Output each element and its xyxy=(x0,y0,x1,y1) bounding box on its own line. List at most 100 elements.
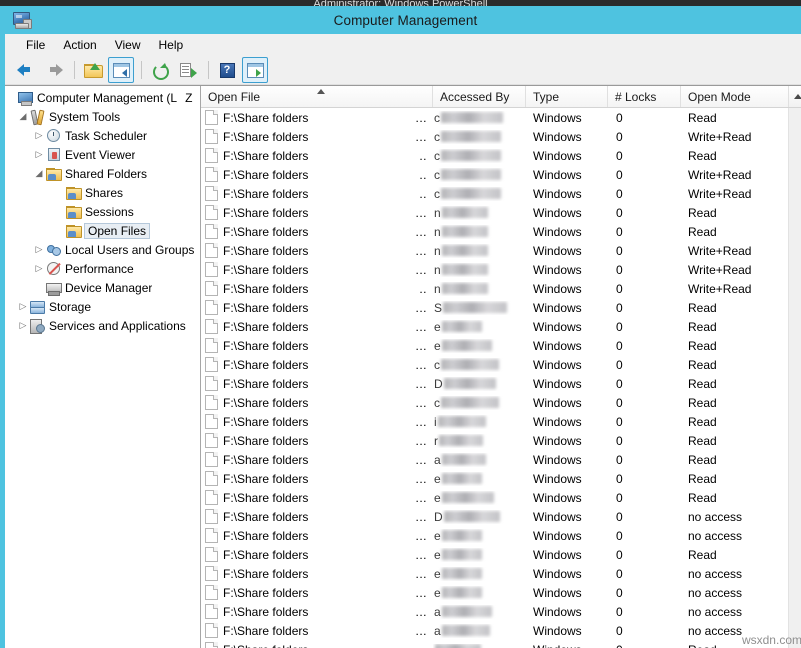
table-row[interactable]: F:\Share folders...nWindows0Read xyxy=(201,222,788,241)
table-row[interactable]: F:\Share folders...nWindows0Write+Read xyxy=(201,241,788,260)
console-tree[interactable]: Computer Management (L Z ◢ System Tools … xyxy=(5,86,201,648)
cell-accessed-by: e xyxy=(433,472,526,486)
table-row[interactable]: F:\Share folders...cWindows0Read xyxy=(201,393,788,412)
cell-open-file: F:\Share folders... xyxy=(201,110,433,125)
up-one-level-button[interactable] xyxy=(80,57,106,83)
table-row[interactable]: F:\Share folders...nWindows0Read xyxy=(201,203,788,222)
table-row[interactable]: F:\Share folders...aWindows0Read xyxy=(201,450,788,469)
cell-open-mode: no access xyxy=(681,529,788,543)
table-row[interactable]: F:\Share folders...Windows0Read xyxy=(201,640,788,648)
tree-expander-collapsed[interactable]: ▷ xyxy=(17,301,29,312)
forward-button[interactable] xyxy=(41,57,67,83)
tree-item-computer-management[interactable]: Computer Management (L Z xyxy=(5,88,200,107)
list-rows[interactable]: F:\Share folders...cWindows0ReadF:\Share… xyxy=(201,108,788,648)
table-row[interactable]: F:\Share folders...SWindows0Read xyxy=(201,298,788,317)
tree-expander-expanded[interactable]: ◢ xyxy=(33,168,45,179)
tree-item-task-scheduler[interactable]: ▷ Task Scheduler xyxy=(5,126,200,145)
truncation-ellipsis: ... xyxy=(308,263,433,277)
tree-item-shares[interactable]: Shares xyxy=(5,183,200,202)
truncation-ellipsis: ... xyxy=(308,206,433,220)
column-header-locks[interactable]: # Locks xyxy=(608,86,681,107)
table-row[interactable]: F:\Share folders...cWindows0Read xyxy=(201,355,788,374)
tree-item-storage[interactable]: ▷ Storage xyxy=(5,297,200,316)
tree-expander-collapsed[interactable]: ▷ xyxy=(33,263,45,274)
refresh-button[interactable] xyxy=(147,57,173,83)
table-row[interactable]: F:\Share folders...cWindows0Read xyxy=(201,108,788,127)
scroll-up-button[interactable] xyxy=(789,86,801,107)
menu-file[interactable]: File xyxy=(17,36,54,54)
table-row[interactable]: F:\Share folders...eWindows0no access xyxy=(201,526,788,545)
column-header-open-file[interactable]: Open File xyxy=(201,86,433,107)
tree-item-device-manager[interactable]: Device Manager xyxy=(5,278,200,297)
table-row[interactable]: F:\Share folders...cWindows0Write+Read xyxy=(201,127,788,146)
accessed-by-lead-char: c xyxy=(434,149,440,163)
tree-item-shared-folders[interactable]: ◢ Shared Folders xyxy=(5,164,200,183)
accessed-by-redacted xyxy=(443,302,507,313)
cell-type: Windows xyxy=(526,624,608,638)
tree-item-open-files[interactable]: Open Files xyxy=(5,221,200,240)
table-row[interactable]: F:\Share folders...rWindows0Read xyxy=(201,431,788,450)
cell-open-mode: no access xyxy=(681,624,788,638)
cell-accessed-by: n xyxy=(433,244,526,258)
tree-item-services-and-applications[interactable]: ▷ Services and Applications xyxy=(5,316,200,335)
table-row[interactable]: F:\Share folders...aWindows0no access xyxy=(201,602,788,621)
back-button[interactable] xyxy=(13,57,39,83)
table-row[interactable]: F:\Share folders..nWindows0Write+Read xyxy=(201,279,788,298)
table-row[interactable]: F:\Share folders...iWindows0Read xyxy=(201,412,788,431)
truncation-ellipsis: ... xyxy=(308,491,433,505)
table-row[interactable]: F:\Share folders..cWindows0Write+Read xyxy=(201,184,788,203)
vertical-scrollbar[interactable] xyxy=(788,108,801,648)
table-row[interactable]: F:\Share folders...aWindows0no access xyxy=(201,621,788,640)
file-icon xyxy=(205,243,218,258)
tree-expander-collapsed[interactable]: ▷ xyxy=(33,244,45,255)
cell-open-mode: Read xyxy=(681,206,788,220)
tree-item-label: Computer Management (L xyxy=(37,91,177,105)
tree-item-sessions[interactable]: Sessions xyxy=(5,202,200,221)
table-row[interactable]: F:\Share folders...eWindows0Read xyxy=(201,545,788,564)
cell-open-file: F:\Share folders.. xyxy=(201,167,433,182)
tree-item-label: Event Viewer xyxy=(65,148,135,162)
accessed-by-lead-char: n xyxy=(434,263,441,277)
tree-item-event-viewer[interactable]: ▷ Event Viewer xyxy=(5,145,200,164)
table-row[interactable]: F:\Share folders...eWindows0no access xyxy=(201,564,788,583)
table-row[interactable]: F:\Share folders..cWindows0Read xyxy=(201,146,788,165)
tree-item-local-users-and-groups[interactable]: ▷ Local Users and Groups xyxy=(5,240,200,259)
truncation-ellipsis: .. xyxy=(308,282,433,296)
menu-help[interactable]: Help xyxy=(150,36,193,54)
cell-locks: 0 xyxy=(608,320,681,334)
tree-expander-expanded[interactable]: ◢ xyxy=(17,111,29,122)
tree-item-system-tools[interactable]: ◢ System Tools xyxy=(5,107,200,126)
table-row[interactable]: F:\Share folders...eWindows0no access xyxy=(201,583,788,602)
folder-up-icon xyxy=(84,63,102,78)
truncation-ellipsis: ... xyxy=(308,320,433,334)
cell-accessed-by: c xyxy=(433,111,526,125)
accessed-by-lead-char: e xyxy=(434,320,441,334)
export-list-button[interactable] xyxy=(175,57,201,83)
table-row[interactable]: F:\Share folders...eWindows0Read xyxy=(201,488,788,507)
cell-open-mode: Read xyxy=(681,301,788,315)
table-row[interactable]: F:\Share folders...eWindows0Read xyxy=(201,317,788,336)
column-header-accessed-by[interactable]: Accessed By xyxy=(433,86,526,107)
cell-locks: 0 xyxy=(608,491,681,505)
table-row[interactable]: F:\Share folders...eWindows0Read xyxy=(201,469,788,488)
help-button[interactable]: ? xyxy=(214,57,240,83)
cell-open-file: F:\Share folders... xyxy=(201,490,433,505)
cell-open-mode: Read xyxy=(681,472,788,486)
file-icon xyxy=(205,205,218,220)
table-row[interactable]: F:\Share folders...DWindows0no access xyxy=(201,507,788,526)
table-row[interactable]: F:\Share folders...eWindows0Read xyxy=(201,336,788,355)
tree-item-performance[interactable]: ▷ Performance xyxy=(5,259,200,278)
column-header-type[interactable]: Type xyxy=(526,86,608,107)
column-header-open-mode[interactable]: Open Mode xyxy=(681,86,789,107)
table-row[interactable]: F:\Share folders...nWindows0Write+Read xyxy=(201,260,788,279)
tree-expander-collapsed[interactable]: ▷ xyxy=(33,130,45,141)
show-hide-console-tree-button[interactable] xyxy=(108,57,134,83)
table-row[interactable]: F:\Share folders...DWindows0Read xyxy=(201,374,788,393)
menu-action[interactable]: Action xyxy=(54,36,105,54)
window-titlebar: Computer Management xyxy=(5,6,801,34)
menu-view[interactable]: View xyxy=(106,36,150,54)
tree-expander-collapsed[interactable]: ▷ xyxy=(17,320,29,331)
show-hide-action-pane-button[interactable] xyxy=(242,57,268,83)
table-row[interactable]: F:\Share folders..cWindows0Write+Read xyxy=(201,165,788,184)
tree-expander-collapsed[interactable]: ▷ xyxy=(33,149,45,160)
